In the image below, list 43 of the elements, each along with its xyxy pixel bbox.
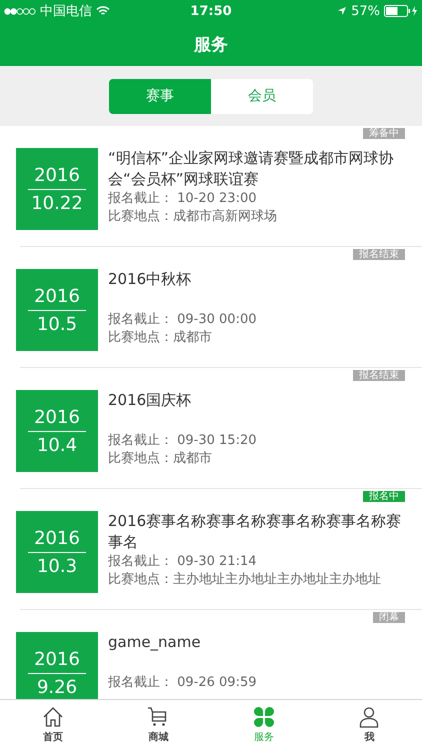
deadline-text: 报名截止： 09-30 15:20	[108, 432, 258, 450]
tab-bar-item[interactable]: 商城	[106, 700, 211, 750]
date-day: 9.26	[36, 674, 78, 698]
status-time: 17:50	[190, 4, 232, 18]
date-day: 10.22	[31, 190, 83, 214]
deadline-text: 报名截止： 09-30 21:14	[108, 553, 258, 571]
tab-bar-item[interactable]: 首页	[0, 700, 106, 750]
event-title[interactable]: game_name	[108, 632, 408, 674]
signal-icon	[4, 8, 36, 14]
location-text: 比赛地点：主办地址主办地址主办地址主办地址	[108, 571, 382, 589]
deadline-text: 报名截止： 10-20 23:00	[108, 190, 258, 208]
wifi-icon	[96, 6, 110, 16]
clover-icon	[252, 706, 275, 728]
status-badge: 报名结束	[353, 370, 405, 381]
date-day: 10.5	[36, 310, 78, 334]
event-title[interactable]: 2016赛事名称赛事名称赛事名称赛事名称赛事名	[108, 511, 408, 553]
date-day: 10.4	[36, 432, 78, 456]
status-badge: 筹备中	[363, 128, 405, 139]
deadline-text: 报名截止： 09-26 09:59	[108, 674, 258, 692]
date-year: 2016	[28, 286, 86, 310]
status-badge: 报名结束	[353, 249, 405, 260]
location-arrow-icon	[337, 6, 348, 16]
location-text: 比赛地点：成都市高新网球场	[108, 208, 278, 226]
location-text: 比赛地点：成都市	[108, 450, 213, 468]
event-title[interactable]: “明信杯”企业家网球邀请赛暨成都市网球协会“会员杯”网球联谊赛	[108, 148, 408, 190]
home-icon	[42, 706, 64, 728]
status-badge: 闭幕	[373, 612, 405, 623]
event-title[interactable]: 2016国庆杯	[108, 390, 408, 432]
date-day: 10.3	[36, 552, 78, 576]
battery-icon	[384, 5, 418, 17]
person-icon	[358, 706, 380, 728]
tab-bar-item[interactable]: 我	[316, 700, 422, 750]
date-year: 2016	[28, 406, 86, 432]
date-year: 2016	[28, 164, 86, 190]
carrier-name: 中国电信	[40, 3, 92, 20]
date-year: 2016	[28, 528, 86, 552]
date-year: 2016	[28, 648, 86, 674]
status-badge: 报名中	[363, 491, 405, 502]
battery-percent: 57%	[351, 4, 380, 18]
deadline-text: 报名截止： 09-30 00:00	[108, 311, 258, 329]
event-title[interactable]: 2016中秋杯	[108, 269, 408, 311]
page-title: 服务	[194, 34, 228, 56]
location-text: 比赛地点：成都市	[108, 329, 213, 347]
